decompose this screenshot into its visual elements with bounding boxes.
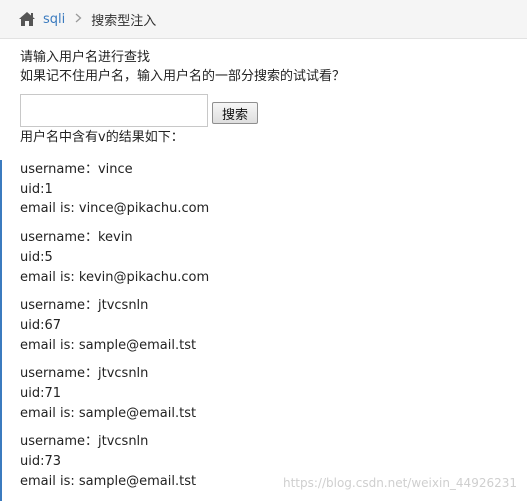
result-item: username：vince uid:1 email is: vince@pik… [2,160,527,219]
result-uid: uid:1 [20,180,527,200]
home-icon[interactable] [18,11,36,27]
result-uid: uid:67 [20,316,527,336]
result-username: username：kevin [20,228,527,248]
result-item: username：jtvcsnln uid:71 email is: sampl… [2,364,527,423]
result-email: email is: sample@email.tst [20,404,527,424]
result-username: username：vince [20,160,527,180]
result-email: email is: kevin@pikachu.com [20,268,527,288]
result-uid: uid:73 [20,452,527,472]
result-email: email is: sample@email.tst [20,336,527,356]
search-button[interactable]: 搜索 [212,102,258,124]
result-email: email is: vince@pikachu.com [20,199,527,219]
search-panel: 请输入用户名进行查找 如果记不住用户名，输入用户名的一部分搜索的试试看？ 搜索 … [20,48,520,147]
breadcrumb-current: 搜索型注入 [91,10,156,29]
result-username: username：jtvcsnln [20,432,527,452]
result-item: username：kevin uid:5 email is: kevin@pik… [2,228,527,287]
breadcrumb: sqli 搜索型注入 [0,0,527,39]
result-uid: uid:5 [20,248,527,268]
intro-line-2: 如果记不住用户名，输入用户名的一部分搜索的试试看？ [20,67,520,86]
search-input[interactable] [20,94,208,127]
result-uid: uid:71 [20,384,527,404]
result-item: username：jtvcsnln uid:67 email is: sampl… [2,296,527,355]
result-username: username：jtvcsnln [20,364,527,384]
result-heading: 用户名中含有v的结果如下： [20,128,520,147]
breadcrumb-link-sqli[interactable]: sqli [43,12,65,27]
breadcrumb-separator [75,12,82,26]
watermark: https://blog.csdn.net/weixin_44926231 [283,476,517,490]
result-username: username：jtvcsnln [20,296,527,316]
intro-line-1: 请输入用户名进行查找 [20,48,520,67]
results-list: username：vince uid:1 email is: vince@pik… [0,160,527,501]
search-form: 搜索 [20,94,520,127]
